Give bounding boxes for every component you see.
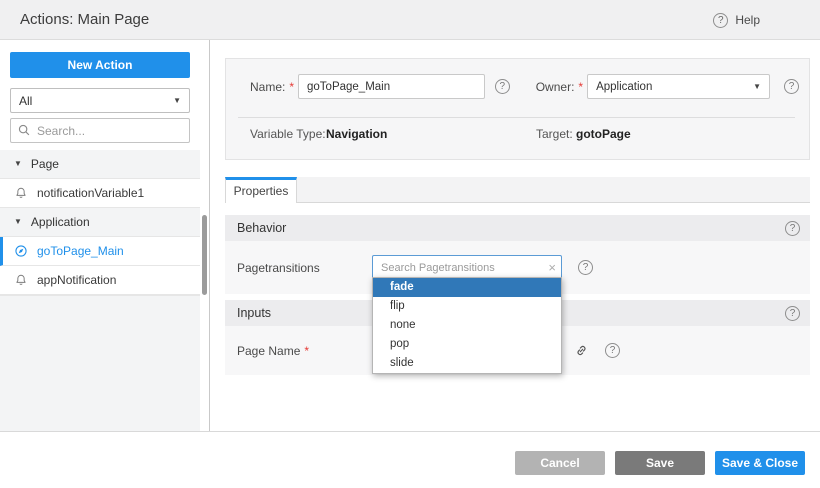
- target-label: Target:: [536, 127, 573, 141]
- owner-select[interactable]: Application ▼: [587, 74, 770, 99]
- chevron-down-icon: ▼: [173, 97, 181, 105]
- required-asterisk: *: [304, 344, 309, 358]
- pagetransitions-help-icon[interactable]: ?: [578, 260, 593, 275]
- tree-group-label: Page: [31, 157, 59, 171]
- name-owner-row: Name: * ? Owner: * Application ▼ ?: [250, 74, 799, 99]
- sidebar-scrollbar-thumb[interactable]: [202, 215, 207, 295]
- tree-group-page[interactable]: ▼ Page: [0, 150, 200, 179]
- sidebar-empty-area: [0, 295, 200, 431]
- dropdown-option-flip[interactable]: flip: [373, 297, 561, 316]
- notification-icon: [14, 273, 28, 287]
- owner-label: Owner:: [536, 80, 575, 94]
- panel-divider: [238, 117, 795, 118]
- action-summary-panel: Name: * ? Owner: * Application ▼ ? Varia…: [225, 58, 810, 160]
- behavior-section-header: Behavior ?: [225, 215, 810, 241]
- help-button[interactable]: ? Help: [713, 0, 760, 40]
- pagetransitions-label: Pagetransitions: [237, 261, 372, 275]
- page-name-help-icon[interactable]: ?: [605, 343, 620, 358]
- notification-icon: [14, 186, 28, 200]
- caret-down-icon: ▼: [14, 218, 22, 226]
- behavior-title: Behavior: [237, 221, 785, 235]
- action-tree: ▼ Page notificationVariable1 ▼ Applicati…: [0, 150, 200, 295]
- required-asterisk: *: [578, 80, 583, 94]
- chevron-down-icon: ▼: [753, 83, 761, 91]
- caret-down-icon: ▼: [14, 160, 22, 168]
- help-icon: ?: [713, 13, 728, 28]
- sidebar: New Action All ▼ ▼ Page notificationVari…: [0, 40, 210, 431]
- target-value: gotoPage: [576, 127, 631, 141]
- dropdown-option-fade[interactable]: fade: [373, 278, 561, 297]
- dropdown-option-slide[interactable]: slide: [373, 354, 561, 373]
- save-and-close-button[interactable]: Save & Close: [715, 451, 805, 475]
- page-name-label: Page Name*: [237, 344, 372, 358]
- tree-item-label: appNotification: [37, 273, 116, 287]
- tab-bar: Properties: [225, 177, 810, 203]
- tree-item-appnotification[interactable]: appNotification: [0, 266, 200, 295]
- filter-select-value: All: [19, 94, 173, 108]
- new-action-button[interactable]: New Action: [10, 52, 190, 78]
- behavior-help-icon[interactable]: ?: [785, 221, 800, 236]
- cancel-button[interactable]: Cancel: [515, 451, 605, 475]
- tree-item-label: notificationVariable1: [37, 186, 144, 200]
- search-input[interactable]: [10, 118, 190, 143]
- clear-icon[interactable]: ×: [548, 259, 556, 276]
- search-icon: [17, 123, 31, 137]
- name-field[interactable]: [298, 74, 485, 99]
- save-button[interactable]: Save: [615, 451, 705, 475]
- filter-select[interactable]: All ▼: [10, 88, 190, 113]
- help-label: Help: [735, 13, 760, 27]
- required-asterisk: *: [289, 80, 294, 94]
- owner-help-icon[interactable]: ?: [784, 79, 799, 94]
- name-help-icon[interactable]: ?: [495, 79, 510, 94]
- variable-type-label: Variable Type:: [250, 127, 326, 141]
- tab-properties[interactable]: Properties: [225, 177, 297, 203]
- navigation-icon: [14, 244, 28, 258]
- variable-type-value: Navigation: [326, 127, 387, 141]
- pagetransitions-dropdown: fade flip none pop slide: [372, 277, 562, 374]
- tree-item-notificationvariable1[interactable]: notificationVariable1: [0, 179, 200, 208]
- inputs-help-icon[interactable]: ?: [785, 306, 800, 321]
- footer-action-bar: Cancel Save Save & Close: [0, 431, 820, 488]
- main-content: Name: * ? Owner: * Application ▼ ? Varia…: [210, 40, 820, 431]
- tree-item-gotopage-main[interactable]: goToPage_Main: [0, 237, 200, 266]
- page-title: Actions: Main Page: [20, 0, 149, 40]
- sidebar-search: [10, 118, 190, 143]
- dropdown-option-none[interactable]: none: [373, 316, 561, 335]
- type-target-row: Variable Type: Navigation Target: gotoPa…: [250, 127, 799, 145]
- header: Actions: Main Page ? Help: [0, 0, 820, 40]
- actions-editor-window: Actions: Main Page ? Help New Action All…: [0, 0, 820, 488]
- link-icon[interactable]: [574, 343, 589, 358]
- owner-select-value: Application: [596, 81, 753, 93]
- tree-group-label: Application: [31, 215, 90, 229]
- tree-group-application[interactable]: ▼ Application: [0, 208, 200, 237]
- dropdown-option-pop[interactable]: pop: [373, 335, 561, 354]
- tree-item-label: goToPage_Main: [37, 244, 124, 258]
- name-label: Name:: [250, 80, 285, 94]
